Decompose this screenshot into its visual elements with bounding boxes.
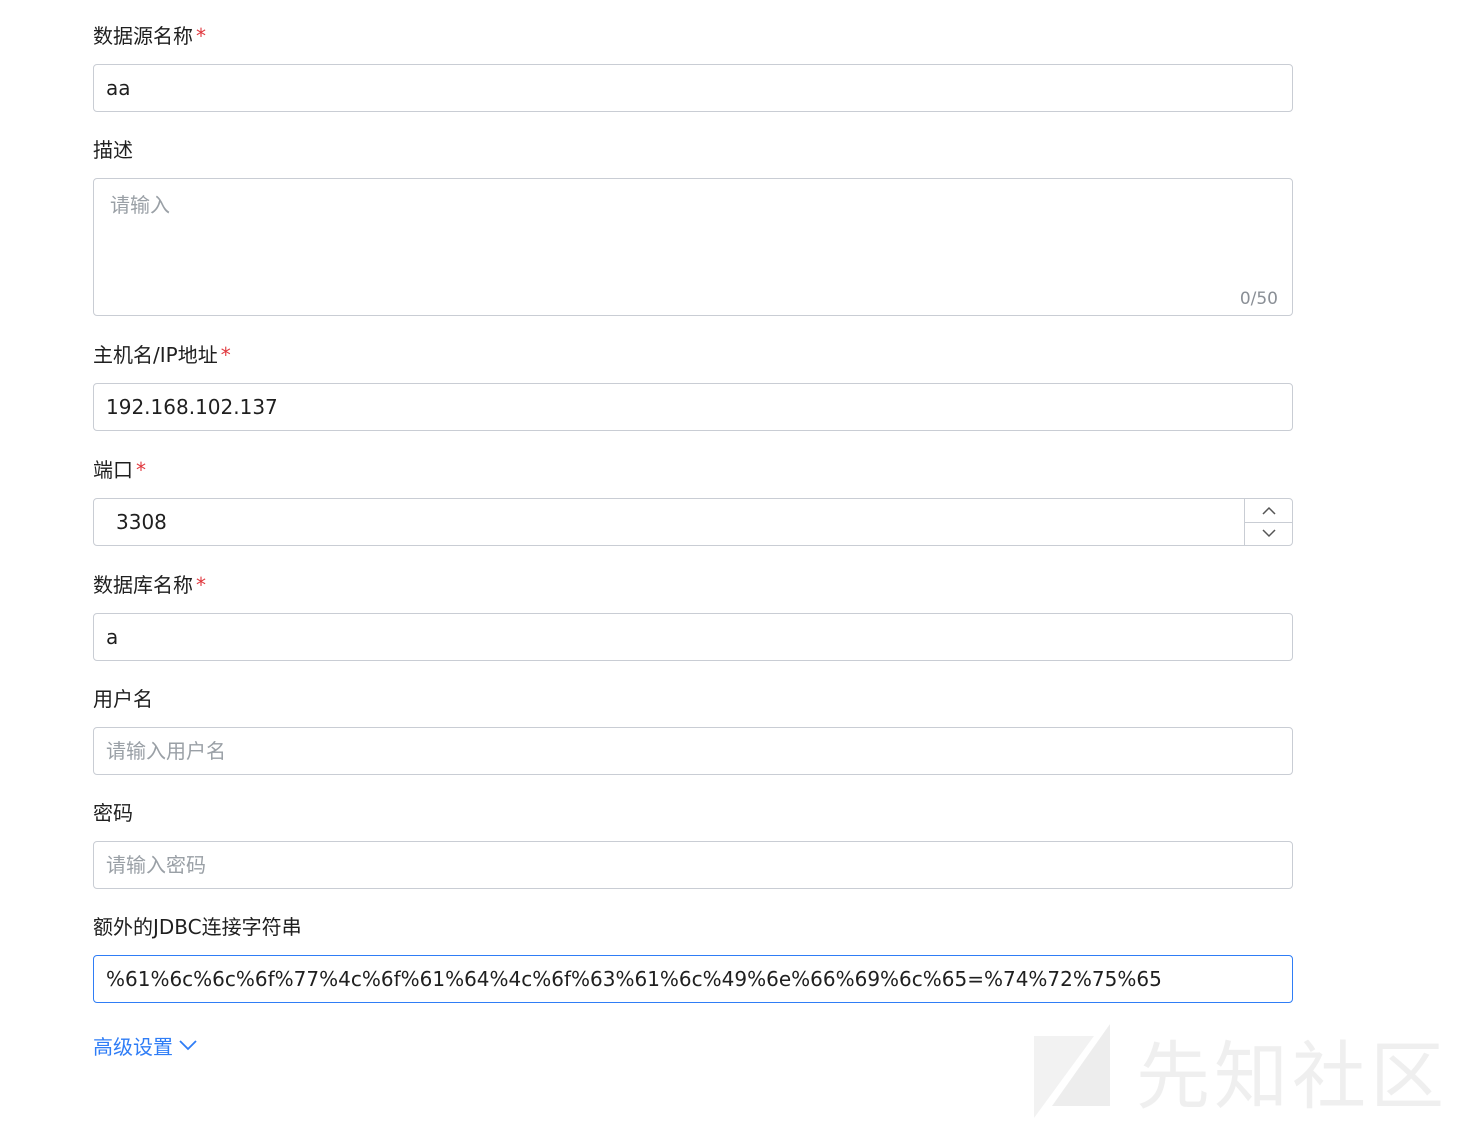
advanced-settings-toggle[interactable]: 高级设置 xyxy=(93,1031,197,1060)
description-char-counter: 0/50 xyxy=(1239,289,1278,309)
increment-button[interactable] xyxy=(1245,499,1292,523)
username-label: 用户名 xyxy=(93,687,153,711)
description-placeholder: 请输入 xyxy=(110,193,170,217)
port-number-input[interactable]: 3308 xyxy=(93,498,1293,546)
jdbc-label: 额外的JDBC连接字符串 xyxy=(93,915,302,939)
port-value: 3308 xyxy=(116,510,167,534)
description-label: 描述 xyxy=(93,138,133,162)
database-name-label: 数据库名称 * xyxy=(93,573,206,597)
host-input[interactable]: 192.168.102.137 xyxy=(93,383,1293,431)
required-mark: * xyxy=(196,573,206,597)
watermark-icon xyxy=(1034,1024,1110,1118)
required-mark: * xyxy=(196,24,206,48)
datasource-name-label: 数据源名称 * xyxy=(93,24,206,48)
watermark-text: 先知社区 xyxy=(1136,1033,1448,1120)
host-label: 主机名/IP地址 * xyxy=(93,343,231,367)
required-mark: * xyxy=(220,343,231,367)
jdbc-input[interactable]: %61%6c%6c%6f%77%4c%6f%61%64%4c%6f%63%61%… xyxy=(93,955,1293,1003)
datasource-name-input[interactable]: aa xyxy=(93,64,1293,112)
advanced-settings-label: 高级设置 xyxy=(93,1035,173,1059)
username-input[interactable]: 请输入用户名 xyxy=(93,727,1293,775)
password-input[interactable]: 请输入密码 xyxy=(93,841,1293,889)
chevron-up-icon xyxy=(1261,506,1276,515)
port-label: 端口 * xyxy=(93,458,146,482)
database-name-input[interactable]: a xyxy=(93,613,1293,661)
description-textarea[interactable]: 请输入 0/50 xyxy=(93,178,1293,316)
required-mark: * xyxy=(136,458,146,482)
chevron-down-icon xyxy=(179,1040,197,1051)
watermark-logo: 先知社区 xyxy=(1032,1022,1452,1120)
decrement-button[interactable] xyxy=(1245,522,1292,545)
port-stepper xyxy=(1244,499,1292,545)
chevron-down-icon xyxy=(1261,529,1276,538)
password-label: 密码 xyxy=(93,801,133,825)
